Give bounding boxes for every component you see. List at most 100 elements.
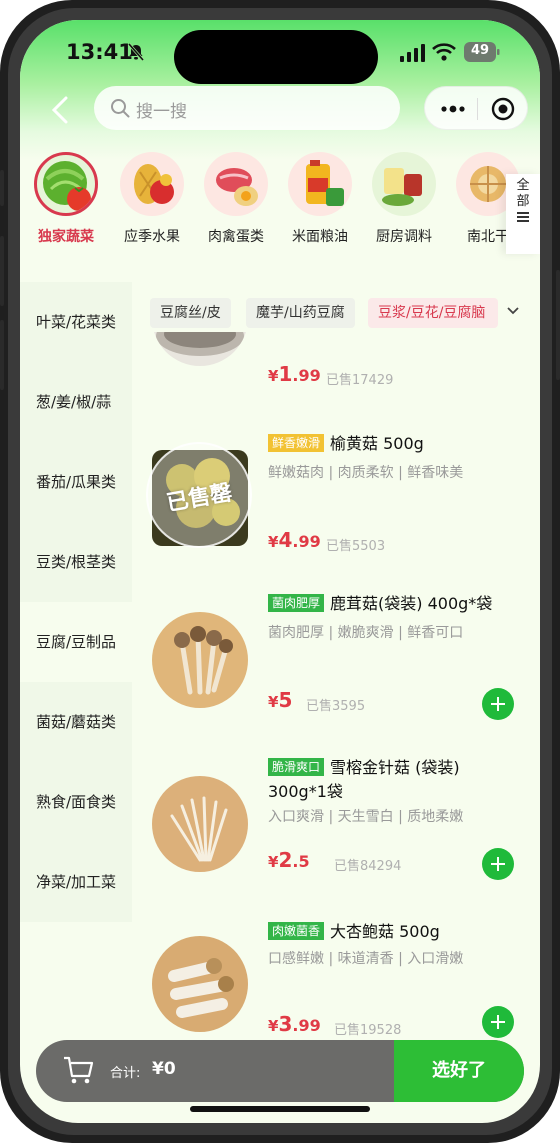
- checkout-button[interactable]: 选好了: [394, 1040, 524, 1102]
- category-image-vegetables: [34, 152, 98, 216]
- sub-tabs: 豆腐丝/皮 魔芋/山药豆腐 豆浆/豆花/豆腐脑: [132, 292, 540, 332]
- product-item[interactable]: 肉嫩菌香 大杏鲍菇 500g 口感鲜嫩 | 味道清香 | 入口滑嫩 ¥3.99 已…: [132, 920, 540, 1042]
- side-item-beans-roots[interactable]: 豆类/根茎类: [20, 522, 132, 602]
- add-to-cart-button[interactable]: [482, 1006, 514, 1038]
- category-label: 应季水果: [124, 229, 180, 245]
- status-bar: 13:41 49: [20, 20, 540, 84]
- sold-out-text: 已售罄: [164, 480, 235, 517]
- product-sold-count: 已售5503: [326, 539, 386, 554]
- product-desc: 口感鲜嫩 | 味道清香 | 入口滑嫩: [268, 951, 464, 967]
- product-desc: 菌肉肥厚 | 嫩脆爽滑 | 鲜香可口: [268, 625, 464, 641]
- capsule-divider: [477, 98, 478, 120]
- more-icon[interactable]: [441, 105, 465, 113]
- product-sold-count: 已售17429: [326, 373, 394, 388]
- price-decimal: .99: [292, 1016, 321, 1035]
- app-screen: 13:41 49 搜一搜 独家蔬菜 应季水果 肉禽蛋类 米面粮油 厨房调料 南北…: [20, 20, 540, 1123]
- cart-icon[interactable]: [62, 1054, 94, 1086]
- product-image: [152, 776, 248, 872]
- side-item-mushrooms[interactable]: 菌菇/蘑菇类: [20, 682, 132, 762]
- product-item[interactable]: ¥1.99 已售17429: [132, 332, 540, 392]
- product-title-row: 脆滑爽口 雪榕金针菇 (袋装) 300g*1袋: [268, 756, 520, 804]
- list-icon: [517, 212, 529, 222]
- product-price: ¥4.99: [268, 528, 321, 552]
- category-image-meat: [204, 152, 268, 216]
- sub-tab-label: 魔芋/山药豆腐: [256, 305, 345, 321]
- side-item-tofu[interactable]: 豆腐/豆制品: [20, 602, 132, 682]
- side-item-leafy[interactable]: 叶菜/花菜类: [20, 282, 132, 362]
- category-image-oil: [288, 152, 352, 216]
- side-item-label: 叶菜/花菜类: [36, 313, 117, 331]
- category-image-seasoning: [372, 152, 436, 216]
- battery-icon: 49: [464, 42, 500, 62]
- sub-tab-konjac[interactable]: 魔芋/山药豆腐: [246, 298, 355, 328]
- side-item-melons[interactable]: 番茄/瓜果类: [20, 442, 132, 522]
- product-title: 鹿茸菇(袋装) 400g*袋: [330, 594, 493, 613]
- total-label: 合计:: [110, 1066, 141, 1081]
- price-integer: 3: [278, 1012, 293, 1036]
- back-icon[interactable]: [50, 96, 70, 124]
- product-image: [152, 612, 248, 708]
- category-vegetables[interactable]: 独家蔬菜: [26, 152, 106, 246]
- all-categories-button[interactable]: 全部: [506, 174, 540, 254]
- category-fruits[interactable]: 应季水果: [112, 152, 192, 246]
- product-image: [152, 332, 248, 366]
- side-item-label: 净菜/加工菜: [36, 873, 117, 891]
- power-button: [556, 270, 560, 380]
- signal-icon: [400, 44, 425, 62]
- price-integer: 2: [278, 848, 293, 872]
- battery-level: 49: [470, 43, 490, 58]
- product-title: 榆黄菇 500g: [330, 434, 424, 453]
- cart-bar: 合计: ¥0 选好了: [36, 1040, 524, 1102]
- side-item-label: 熟食/面食类: [36, 793, 117, 811]
- product-title-row: 菌肉肥厚 鹿茸菇(袋装) 400g*袋: [268, 592, 520, 616]
- price-integer: 4: [278, 528, 293, 552]
- sub-tab-soy-milk[interactable]: 豆浆/豆花/豆腐脑: [368, 298, 498, 328]
- product-price: ¥3.99: [268, 1012, 321, 1036]
- category-grain-oil[interactable]: 米面粮油: [280, 152, 360, 246]
- wifi-icon: [432, 43, 456, 61]
- volume-up-button: [0, 236, 4, 306]
- category-image-fruits: [120, 152, 184, 216]
- add-to-cart-button[interactable]: [482, 688, 514, 720]
- product-price: ¥1.99: [268, 362, 321, 386]
- target-icon[interactable]: [491, 97, 515, 121]
- add-to-cart-button[interactable]: [482, 848, 514, 880]
- side-item-cooked-food[interactable]: 熟食/面食类: [20, 762, 132, 842]
- price-integer: 1: [278, 362, 293, 386]
- product-item[interactable]: 已售罄 鲜香嫩滑 榆黄菇 500g 鲜嫩菇肉 | 肉质柔软 | 鲜香味美 ¥4.9…: [132, 428, 540, 578]
- sold-out-stamp: 已售罄: [146, 442, 252, 548]
- checkout-label: 选好了: [432, 1060, 486, 1081]
- side-item-label: 豆类/根茎类: [36, 553, 117, 571]
- bell-off-icon: [127, 43, 145, 61]
- side-item-prepped[interactable]: 净菜/加工菜: [20, 842, 132, 922]
- category-seasoning[interactable]: 厨房调料: [364, 152, 444, 246]
- sub-tab-tofu-skin[interactable]: 豆腐丝/皮: [150, 298, 231, 328]
- product-price: ¥2.5: [268, 848, 310, 872]
- category-label: 米面粮油: [292, 229, 348, 245]
- category-row: 独家蔬菜 应季水果 肉禽蛋类 米面粮油 厨房调料 南北干 全部: [20, 146, 540, 266]
- price-decimal: .99: [292, 366, 321, 385]
- product-tag: 脆滑爽口: [268, 758, 325, 776]
- search-icon: [111, 99, 130, 118]
- chevron-down-icon[interactable]: [506, 306, 520, 316]
- side-item-label: 葱/姜/椒/蒜: [36, 393, 112, 411]
- price-decimal: .5: [292, 852, 310, 871]
- product-item[interactable]: 脆滑爽口 雪榕金针菇 (袋装) 300g*1袋 入口爽滑 | 天生雪白 | 质地柔…: [132, 756, 540, 916]
- side-item-aromatics[interactable]: 葱/姜/椒/蒜: [20, 362, 132, 442]
- price-currency: ¥: [268, 693, 279, 711]
- category-label: 肉禽蛋类: [208, 229, 264, 245]
- product-desc: 鲜嫩菇肉 | 肉质柔软 | 鲜香味美: [268, 465, 464, 481]
- product-desc: 入口爽滑 | 天生雪白 | 质地柔嫩: [268, 809, 464, 825]
- product-item[interactable]: 菌肉肥厚 鹿茸菇(袋装) 400g*袋 菌肉肥厚 | 嫩脆爽滑 | 鲜香可口 ¥5…: [132, 588, 540, 748]
- side-item-label: 菌菇/蘑菇类: [36, 713, 117, 731]
- product-tag: 菌肉肥厚: [268, 594, 325, 612]
- price-currency: ¥: [268, 367, 279, 385]
- side-nav: 叶菜/花菜类 葱/姜/椒/蒜 番茄/瓜果类 豆类/根茎类 豆腐/豆制品 菌菇/蘑…: [20, 282, 132, 1042]
- category-meat-eggs[interactable]: 肉禽蛋类: [196, 152, 276, 246]
- phone-frame: 13:41 49 搜一搜 独家蔬菜 应季水果 肉禽蛋类 米面粮油 厨房调料 南北…: [0, 0, 560, 1143]
- sub-tab-label: 豆浆/豆花/豆腐脑: [378, 305, 486, 321]
- product-title-row: 肉嫩菌香 大杏鲍菇 500g: [268, 920, 520, 944]
- side-item-label: 番茄/瓜果类: [36, 473, 117, 491]
- miniprogram-capsule: [424, 86, 528, 130]
- search-input[interactable]: 搜一搜: [94, 86, 400, 130]
